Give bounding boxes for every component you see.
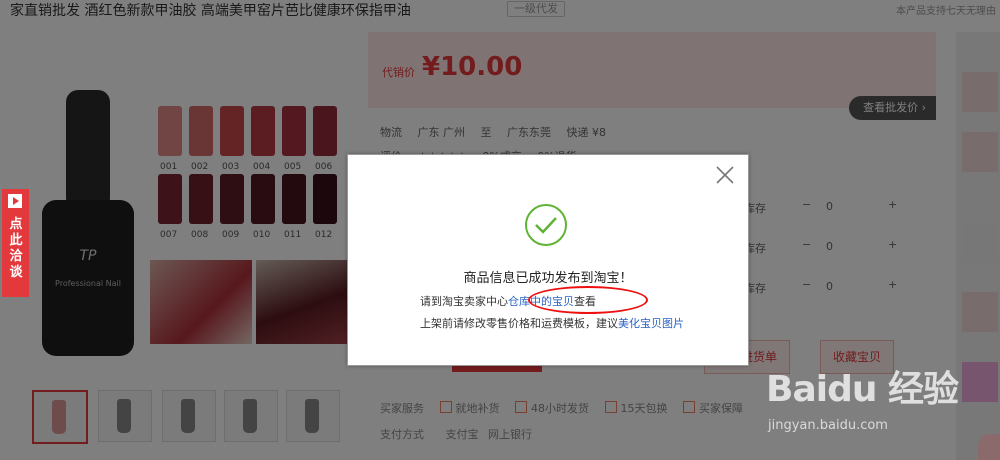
- avatar[interactable]: [978, 434, 1000, 460]
- chat-label: 点此洽谈: [9, 217, 23, 280]
- close-icon[interactable]: [713, 163, 737, 187]
- dialog-line-2: 上架前请修改零售价格和运费模板，建议美化宝贝图片: [420, 315, 684, 331]
- success-dialog: 商品信息已成功发布到淘宝！ 请到淘宝卖家中心仓库中的宝贝查看 上架前请修改零售价…: [347, 154, 749, 366]
- watermark-sub: jingyan.baidu.com: [768, 418, 888, 433]
- highlight-ellipse: [528, 286, 648, 314]
- line2-prefix: 上架前请修改零售价格和运费模板，建议: [420, 317, 618, 330]
- play-icon: [8, 194, 22, 208]
- dialog-title: 商品信息已成功发布到淘宝！: [463, 271, 633, 286]
- watermark-main: Baidu 经验: [766, 369, 959, 410]
- chat-side-tab[interactable]: 点此洽谈: [2, 189, 29, 297]
- check-circle-icon: [525, 204, 567, 246]
- beautify-images-link[interactable]: 美化宝贝图片: [618, 317, 684, 330]
- line1-prefix: 请到淘宝卖家中心: [420, 295, 508, 308]
- baidu-watermark: Baidu 经验 jingyan.baidu.com: [766, 360, 996, 440]
